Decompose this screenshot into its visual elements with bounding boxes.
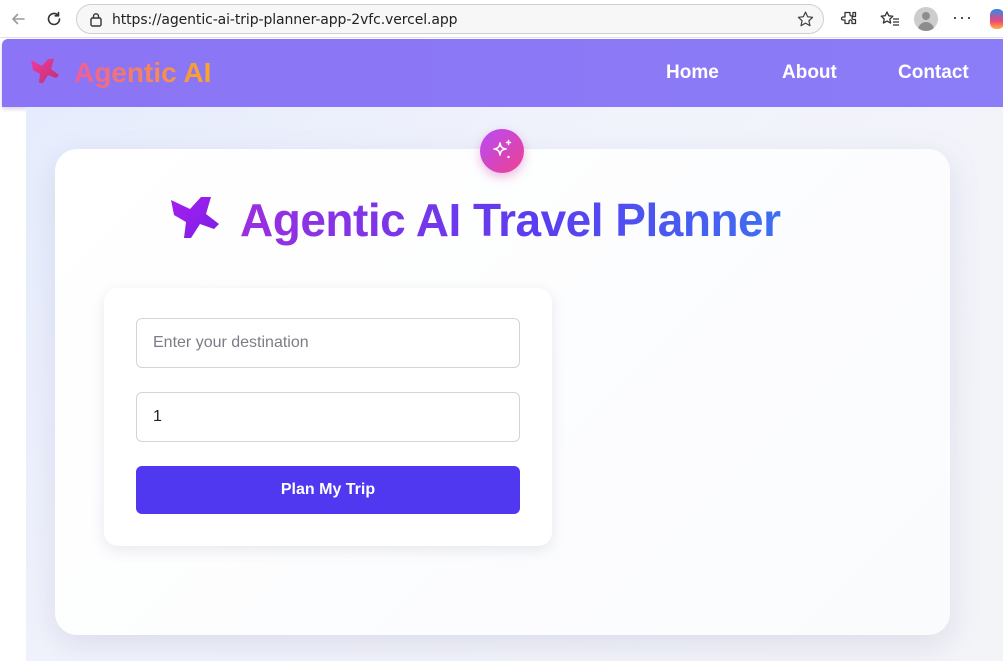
back-arrow-icon[interactable]: [6, 7, 30, 31]
profile-avatar[interactable]: [914, 7, 938, 31]
nav-link-about[interactable]: About: [782, 62, 837, 84]
destination-input[interactable]: [136, 318, 520, 368]
plan-my-trip-button[interactable]: Plan My Trip: [136, 466, 520, 514]
sparkle-badge: [480, 129, 524, 173]
nav-link-home[interactable]: Home: [666, 62, 719, 84]
trip-form: Plan My Trip: [104, 288, 552, 546]
airplane-icon: [31, 59, 59, 83]
site-navbar: Agentic AI Home About Contact: [2, 39, 1003, 107]
browser-toolbar: https://agentic-ai-trip-planner-app-2vfc…: [0, 0, 1003, 38]
address-bar[interactable]: https://agentic-ai-trip-planner-app-2vfc…: [76, 4, 824, 34]
nav-link-contact[interactable]: Contact: [898, 62, 969, 84]
more-icon[interactable]: ···: [952, 7, 973, 28]
star-icon[interactable]: [796, 10, 815, 34]
days-input[interactable]: [136, 392, 520, 442]
page-title: Agentic AI Travel Planner: [166, 190, 781, 250]
brand-logo[interactable]: Agentic AI: [28, 56, 211, 90]
sparkle-icon: [493, 139, 512, 159]
page-title-text: Agentic AI Travel Planner: [240, 190, 781, 250]
airplane-icon: [171, 197, 219, 238]
brand-name: Agentic AI: [74, 57, 212, 88]
lock-icon[interactable]: [89, 12, 103, 32]
favorites-icon[interactable]: [879, 8, 901, 30]
url-text[interactable]: https://agentic-ai-trip-planner-app-2vfc…: [112, 12, 458, 28]
reload-icon[interactable]: [42, 7, 66, 31]
copilot-icon[interactable]: [990, 9, 1003, 29]
extensions-icon[interactable]: [838, 8, 860, 30]
